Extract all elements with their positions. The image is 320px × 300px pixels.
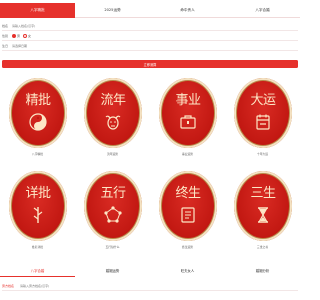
male-name-label: 男方姓名: [2, 284, 15, 288]
card-label: 终生运势: [181, 245, 194, 249]
card-label: 五行缺什么: [105, 245, 120, 249]
card-label: 八字精批: [31, 152, 44, 156]
tab-mingzhong-guiren[interactable]: 命中贵人: [150, 3, 225, 18]
tab-bazi-hehun[interactable]: 八字合婚: [225, 3, 300, 18]
card-zhongsheng[interactable]: 终生 终生运势: [150, 165, 225, 258]
gender-male-radio[interactable]: 男: [12, 34, 20, 38]
card-dayun[interactable]: 大运 十年大运: [225, 72, 300, 165]
calendar-icon: [256, 114, 270, 130]
gender-female-radio[interactable]: 女: [23, 34, 31, 38]
tab-2025-yunshi[interactable]: 2025运势: [75, 3, 150, 18]
top-tab-bar: 八字精批 2025运势 命中贵人 八字合婚: [0, 3, 300, 18]
tab-hunyin-yunshi[interactable]: 婚姻运势: [75, 264, 150, 277]
card-jingpi[interactable]: 精批 八字精批: [0, 72, 75, 165]
birth-label: 生日: [2, 44, 9, 48]
submit-button[interactable]: 立即测算: [2, 60, 298, 68]
ox-icon: [105, 115, 121, 130]
tab-wangfu-nvren[interactable]: 旺夫女人: [150, 264, 225, 277]
birth-row: 生日: [2, 42, 298, 51]
card-title: 三生: [250, 186, 276, 201]
card-xiangpi[interactable]: 详批 姓名详批: [0, 165, 75, 258]
badge: 终生: [159, 171, 217, 241]
badge: 事业: [159, 78, 217, 148]
male-name-row: 男方姓名: [2, 282, 298, 291]
hourglass-icon: [258, 207, 268, 223]
bottom-tab-bar: 八字合婚 婚姻运势 旺夫女人 婚姻分析: [0, 264, 300, 277]
name-input[interactable]: [12, 24, 132, 28]
card-label: 三世之书: [256, 245, 269, 249]
card-label: 姓名详批: [31, 245, 44, 249]
card-label: 流年运势: [106, 152, 119, 156]
name-label: 姓名: [2, 24, 9, 28]
card-label: 十年大运: [256, 152, 269, 156]
male-name-input[interactable]: [20, 284, 140, 288]
badge: 详批: [9, 171, 67, 241]
badge: 三生: [234, 171, 292, 241]
card-sansheng[interactable]: 三生 三世之书: [225, 165, 300, 258]
note-icon: [181, 207, 195, 223]
card-title: 事业: [175, 93, 201, 108]
gender-female-label: 女: [28, 34, 32, 38]
card-title: 精批: [25, 93, 51, 108]
gender-label: 性别: [2, 34, 9, 38]
card-title: 大运: [250, 93, 276, 108]
card-shiye[interactable]: 事业 事业运势: [150, 72, 225, 165]
bamboo-icon: [33, 207, 43, 223]
radio-unselected-icon: [23, 34, 28, 38]
gender-male-label: 男: [17, 34, 21, 38]
card-title: 终生: [175, 186, 201, 201]
yin-yang-icon: [29, 113, 47, 131]
card-wuxing[interactable]: 五行 五行缺什么: [75, 165, 150, 258]
tab-hunyin-fenxi[interactable]: 婚姻分析: [225, 264, 300, 277]
card-liunian[interactable]: 流年 流年运势: [75, 72, 150, 165]
card-title: 五行: [100, 186, 126, 201]
gender-row: 性别 男 女: [2, 32, 298, 41]
card-title: 流年: [100, 93, 126, 108]
badge: 五行: [84, 171, 142, 241]
five-elements-icon: [104, 206, 122, 223]
badge: 精批: [9, 78, 67, 148]
card-title: 详批: [25, 186, 51, 201]
card-label: 事业运势: [181, 152, 194, 156]
tab-bazi-hehun-bottom[interactable]: 八字合婚: [0, 264, 75, 277]
radio-selected-icon: [12, 34, 16, 38]
feature-grid: 精批 八字精批 流年 流年运势 事业 事业运势 大运 十年大运 详批 姓名详批 …: [0, 72, 300, 258]
badge: 大运: [234, 78, 292, 148]
birth-date-input[interactable]: [12, 44, 132, 48]
badge: 流年: [84, 78, 142, 148]
name-row: 姓名: [2, 22, 298, 31]
briefcase-icon: [180, 115, 196, 129]
tab-bazi-jingpi[interactable]: 八字精批: [0, 3, 75, 18]
